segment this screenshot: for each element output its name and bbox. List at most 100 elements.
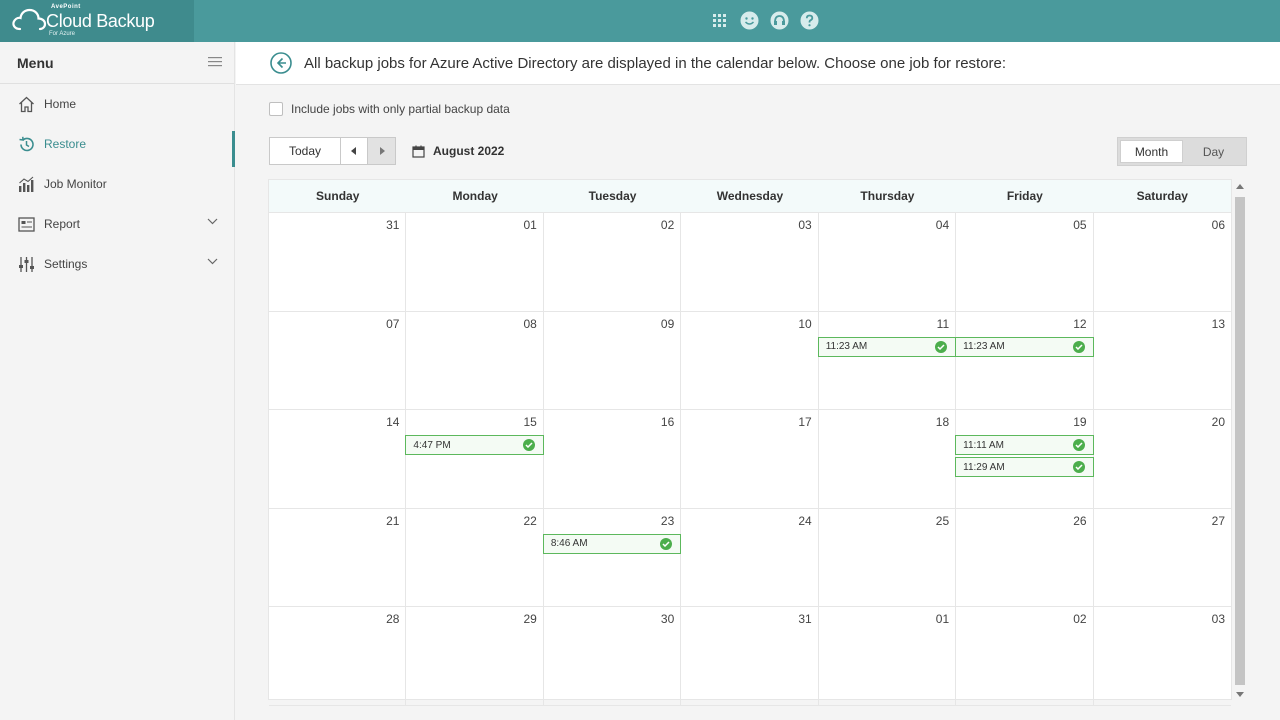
- calendar-day-cell[interactable]: 19 11:11 AM 11:29 AM: [955, 410, 1094, 509]
- calendar-day-cell[interactable]: 09: [543, 311, 682, 411]
- calendar-day-cell[interactable]: 02: [543, 213, 682, 312]
- backup-job-event[interactable]: 4:47 PM: [405, 435, 544, 456]
- calendar-day-cell[interactable]: 14: [269, 410, 407, 509]
- day-number: 30: [660, 612, 675, 627]
- calendar-day-cell[interactable]: 27: [1093, 509, 1231, 608]
- day-number: 17: [798, 415, 812, 430]
- job-monitor-icon: [17, 175, 35, 193]
- success-check-icon: [1072, 461, 1085, 474]
- job-time: 4:47 PM: [413, 439, 451, 451]
- calendar-day-cell[interactable]: 16: [543, 410, 682, 509]
- help-icon[interactable]: [800, 11, 819, 30]
- partial-backup-checkbox[interactable]: [269, 102, 283, 116]
- day-view-button[interactable]: Day: [1183, 140, 1244, 163]
- success-check-icon: [1072, 340, 1085, 353]
- day-number: 28: [386, 612, 400, 627]
- calendar-day-cell[interactable]: 24: [681, 508, 819, 608]
- day-number: 03: [1211, 612, 1225, 627]
- calendar-day-cell[interactable]: 06: [1093, 213, 1231, 312]
- today-button[interactable]: Today: [269, 137, 341, 165]
- calendar-day-cell[interactable]: 20: [1093, 410, 1231, 509]
- calendar-day-cell[interactable]: 29: [406, 607, 544, 706]
- settings-icon: [17, 255, 35, 273]
- calendar-day-cell[interactable]: 10: [681, 311, 819, 411]
- calendar-day-cell[interactable]: 03: [681, 213, 819, 312]
- calendar-day-cell[interactable]: 12 11:23 AM: [955, 311, 1094, 411]
- current-month-label: August 2022: [433, 144, 505, 158]
- day-number: 05: [1073, 218, 1087, 232]
- apps-grid-icon[interactable]: [710, 11, 729, 30]
- calendar-day-cell[interactable]: 30: [543, 607, 682, 706]
- previous-month-button[interactable]: [340, 137, 368, 165]
- calendar-day-cell[interactable]: 26: [956, 508, 1094, 608]
- calendar-weekday-header: Sunday Monday Tuesday Wednesday Thursday…: [269, 180, 1231, 213]
- calendar-day-cell[interactable]: 13: [1093, 312, 1231, 411]
- job-time: 11:29 AM: [963, 461, 1005, 473]
- calendar-day-cell[interactable]: 07: [269, 311, 407, 411]
- calendar-day-cell[interactable]: 11 11:23 AM: [817, 311, 957, 411]
- sidebar-item-label: Job Monitor: [44, 177, 107, 191]
- day-number: 31: [798, 612, 812, 627]
- weekday-sunday: Sunday: [316, 189, 360, 203]
- sidebar-item-report[interactable]: Report: [0, 204, 234, 244]
- hamburger-icon[interactable]: [208, 57, 222, 67]
- feedback-smile-icon[interactable]: [740, 11, 759, 30]
- scroll-up-arrow-icon[interactable]: [1236, 184, 1244, 189]
- day-number: 31: [386, 218, 400, 232]
- success-check-icon: [660, 537, 673, 550]
- calendar-grid: 31 01 02 03 04 05 06 07 08 09 10 11 11:23 AM 12 11:23 …: [269, 213, 1231, 706]
- backup-job-event[interactable]: 11:23 AM: [817, 336, 957, 357]
- calendar-day-cell[interactable]: 01: [406, 213, 544, 312]
- sidebar-item-job-monitor[interactable]: Job Monitor: [0, 164, 234, 204]
- support-icon[interactable]: [770, 11, 789, 30]
- calendar-day-cell[interactable]: 03: [1093, 607, 1231, 706]
- brand-logo[interactable]: AvePoint Cloud Backup For Azure: [0, 0, 194, 42]
- backup-job-event[interactable]: 11:29 AM: [955, 457, 1094, 478]
- day-number: 19: [1073, 415, 1087, 430]
- calendar-day-cell[interactable]: 18: [818, 410, 957, 509]
- backup-job-event[interactable]: 11:11 AM: [955, 435, 1094, 456]
- calendar-day-cell[interactable]: 05: [956, 213, 1094, 312]
- day-number: 15: [523, 415, 537, 430]
- calendar-day-cell[interactable]: 31: [681, 607, 819, 706]
- calendar-day-cell[interactable]: 01: [818, 607, 957, 706]
- back-arrow-icon[interactable]: [270, 52, 292, 74]
- calendar-day-cell[interactable]: 23 8:46 AM: [542, 508, 682, 608]
- calendar-day-cell[interactable]: 17: [681, 410, 819, 509]
- calendar-day-cell[interactable]: 28: [269, 607, 407, 706]
- calendar-day-cell[interactable]: 08: [406, 311, 544, 411]
- scroll-down-arrow-icon[interactable]: [1236, 692, 1244, 697]
- sidebar-item-label: Home: [44, 97, 77, 111]
- next-month-button[interactable]: [367, 137, 396, 165]
- partial-backup-option[interactable]: Include jobs with only partial backup da…: [269, 102, 510, 116]
- chevron-down-icon[interactable]: [207, 218, 218, 225]
- brand-edition: For Azure: [49, 31, 76, 37]
- header-icons: [710, 11, 819, 30]
- calendar-scrollbar[interactable]: [1234, 181, 1245, 699]
- calendar-day-cell[interactable]: 04: [818, 213, 957, 312]
- menu-header: Menu: [0, 42, 234, 84]
- calendar-day-cell[interactable]: 25: [818, 508, 957, 608]
- calendar-day-cell[interactable]: 02: [956, 607, 1094, 706]
- backup-job-event[interactable]: 8:46 AM: [542, 533, 682, 554]
- day-number: 06: [1211, 218, 1225, 232]
- day-number: 03: [798, 218, 812, 232]
- weekday-friday: Friday: [1006, 189, 1043, 203]
- sidebar-item-restore[interactable]: Restore: [0, 124, 235, 167]
- calendar-day-cell[interactable]: 31: [269, 213, 407, 312]
- day-events: 4:47 PM: [405, 435, 544, 456]
- chevron-down-icon[interactable]: [207, 258, 218, 265]
- sidebar-item-home[interactable]: Home: [0, 84, 234, 124]
- day-number: 25: [935, 513, 950, 528]
- calendar-day-cell[interactable]: 15 4:47 PM: [405, 410, 544, 509]
- calendar-day-cell[interactable]: 21: [269, 508, 407, 608]
- backup-job-event[interactable]: 11:23 AM: [955, 336, 1094, 357]
- sidebar-item-settings[interactable]: Settings: [0, 244, 234, 284]
- sidebar-item-label: Report: [44, 217, 81, 231]
- success-check-icon: [1072, 439, 1085, 452]
- month-picker[interactable]: August 2022: [412, 144, 504, 158]
- day-number: 14: [386, 415, 400, 430]
- month-view-button[interactable]: Month: [1120, 140, 1183, 163]
- calendar-day-cell[interactable]: 22: [406, 508, 544, 608]
- scrollbar-thumb[interactable]: [1235, 197, 1245, 685]
